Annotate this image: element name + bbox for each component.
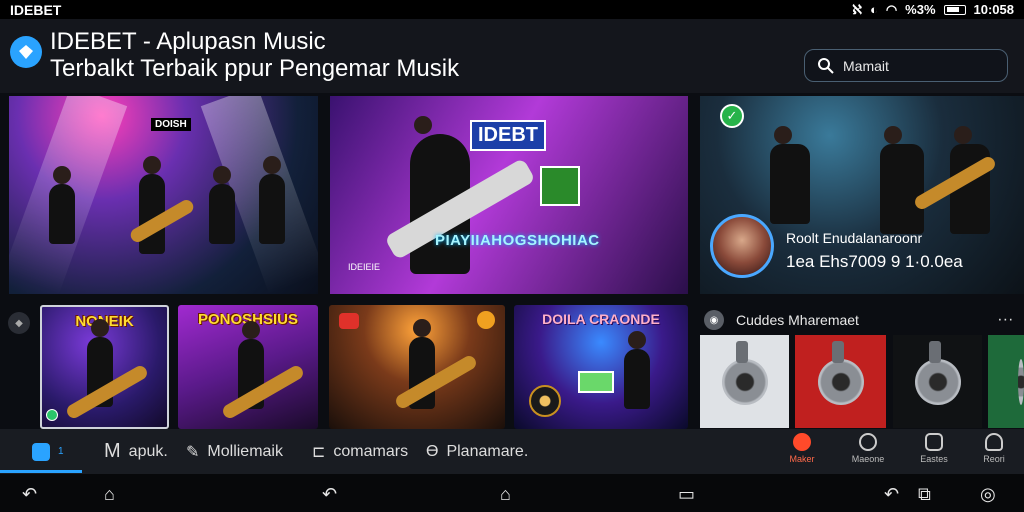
section-title: Cuddes Mharemaet bbox=[736, 312, 859, 328]
record-icon bbox=[529, 385, 561, 417]
scroll-left-icon[interactable]: ◆ bbox=[8, 312, 30, 334]
tab-bar: 1 M apuk. ✎ Molliemaik ⊏ comamars Ɵ Plan… bbox=[0, 429, 1024, 474]
tab-home[interactable]: 1 bbox=[32, 429, 64, 474]
banner-sign: DOISH bbox=[151, 118, 191, 131]
tab-eastes[interactable]: Eastes bbox=[910, 433, 958, 464]
app-header: IDEBET - Aplupasn Music Terbalkt Terbaik… bbox=[0, 19, 1024, 93]
banner-headline: PIAYIIAHOGSHOHIAC bbox=[435, 232, 600, 249]
back-icon[interactable]: ↶ bbox=[22, 484, 37, 505]
tag-icon bbox=[46, 409, 58, 421]
performer bbox=[259, 156, 285, 244]
tab-comamars[interactable]: ⊏ comamars bbox=[312, 429, 408, 474]
band-member bbox=[770, 126, 810, 224]
active-tab-indicator bbox=[0, 470, 82, 473]
battery-percent: %3% bbox=[905, 2, 936, 17]
speaker-section-icon: ◉ bbox=[704, 310, 724, 330]
verified-icon: ✓ bbox=[720, 104, 744, 128]
speaker-icon bbox=[817, 340, 864, 405]
home-nav-icon[interactable]: ⌂ bbox=[500, 484, 511, 505]
speaker-card[interactable] bbox=[795, 335, 886, 428]
record-tab-icon bbox=[793, 433, 811, 451]
artist-stats: 1ea Ehs7009 9 1·0.0ea bbox=[786, 252, 963, 271]
clock: 10:058 bbox=[973, 2, 1014, 17]
home-nav-icon[interactable]: ⌂ bbox=[104, 484, 115, 505]
profile-icon bbox=[985, 433, 1003, 451]
speaker-icon bbox=[914, 340, 961, 405]
star-icon bbox=[477, 311, 495, 329]
section-header: ◉ Cuddes Mharemaet ∙∙∙ bbox=[704, 307, 1024, 333]
theta-icon: Ɵ bbox=[426, 442, 439, 460]
banner-guitarist[interactable]: IDEBT PIAYIIAHOGSHOHIAC IDEIEIE bbox=[330, 96, 688, 294]
monitor-icon bbox=[578, 371, 614, 393]
m-icon: M bbox=[104, 440, 121, 462]
speaker-card[interactable] bbox=[700, 335, 789, 428]
speaker-card[interactable] bbox=[893, 335, 982, 428]
album-card[interactable]: DOILA CRAONDE bbox=[514, 305, 688, 429]
page-subtitle: Terbalkt Terbaik ppur Pengemar Musik bbox=[50, 55, 460, 82]
album-card[interactable] bbox=[329, 305, 505, 429]
album-card[interactable]: PONOSHSIUS bbox=[178, 305, 318, 429]
tab-planamare[interactable]: Ɵ Planamare. bbox=[426, 429, 528, 474]
speaker-card[interactable] bbox=[988, 335, 1024, 428]
home-icon bbox=[32, 442, 50, 461]
folder-icon: ⊏ bbox=[312, 443, 326, 461]
performer bbox=[624, 331, 650, 409]
live-badge bbox=[339, 313, 359, 329]
status-app-name: IDEBET bbox=[10, 1, 62, 18]
search-icon bbox=[818, 57, 834, 74]
screenshot-icon[interactable]: ◎ bbox=[980, 484, 996, 505]
banner-label: IDEIEIE bbox=[348, 262, 381, 272]
status-bar: IDEBET ℵ ◐ ◠ %3% 10:058 bbox=[0, 0, 1024, 19]
album-card[interactable]: NONEIK bbox=[40, 305, 169, 429]
banner-concert-stage[interactable]: DOISH bbox=[9, 96, 318, 294]
album-title: DOILA CRAONDE bbox=[542, 311, 660, 327]
tab-maeone[interactable]: Maeone bbox=[844, 433, 892, 464]
band-member bbox=[880, 126, 924, 234]
pen-icon: ✎ bbox=[186, 443, 200, 461]
status-icons: ℵ ◐ ◠ %3% 10:058 bbox=[852, 2, 1014, 18]
wifi-icon: ◠ bbox=[885, 1, 898, 17]
tab-reori[interactable]: Reori bbox=[970, 433, 1018, 464]
banner-band[interactable]: ✓ Roolt Enudalanaroonr 1ea Ehs7009 9 1·0… bbox=[700, 96, 1024, 294]
page-title: IDEBET - Aplupasn Music bbox=[50, 28, 326, 55]
banner-logo: IDEBT bbox=[470, 120, 546, 151]
diamond-icon[interactable] bbox=[10, 36, 42, 68]
speaker-icon bbox=[721, 340, 768, 405]
tab-maker[interactable]: Maker bbox=[778, 433, 826, 464]
artist-name: Roolt Enudalanaroonr bbox=[786, 230, 923, 246]
performer bbox=[49, 166, 75, 244]
settings-status-icon: ◐ bbox=[869, 2, 878, 17]
nfc-icon: ℵ bbox=[852, 1, 862, 17]
search-box[interactable] bbox=[804, 49, 1008, 82]
library-icon bbox=[925, 433, 943, 451]
search-input[interactable] bbox=[843, 57, 993, 74]
tab-apuk[interactable]: M apuk. bbox=[104, 429, 168, 474]
speaker-icon bbox=[1018, 358, 1024, 405]
back-icon[interactable]: ↶ bbox=[322, 484, 337, 505]
back-icon[interactable]: ↶ bbox=[884, 484, 899, 505]
recents-icon[interactable]: ▭ bbox=[678, 484, 695, 505]
performer bbox=[209, 166, 235, 244]
battery-icon bbox=[943, 4, 966, 15]
tab-molliemaik[interactable]: ✎ Molliemaik bbox=[186, 429, 283, 474]
avatar[interactable] bbox=[710, 214, 774, 278]
more-options-icon[interactable]: ∙∙∙ bbox=[998, 311, 1014, 329]
search-tab-icon bbox=[859, 433, 877, 451]
tablet-icon bbox=[540, 166, 580, 206]
system-nav-bar: ↶ ⌂ ↶ ⌂ ▭ ↶ ⧉ ◎ bbox=[0, 474, 1024, 512]
guitar-icon bbox=[393, 353, 479, 411]
screen-icon[interactable]: ⧉ bbox=[918, 484, 931, 505]
